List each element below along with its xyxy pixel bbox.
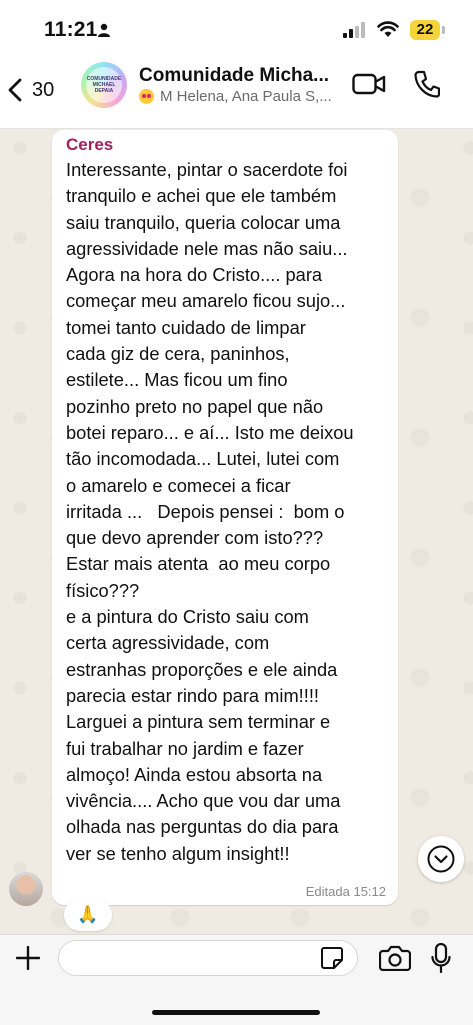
back-chevron-icon	[8, 78, 22, 102]
status-bar: 11:21 22	[0, 0, 473, 62]
sender-avatar[interactable]	[9, 872, 43, 906]
back-unread-count: 30	[32, 78, 55, 101]
signal-icon	[343, 22, 365, 38]
voice-call-icon[interactable]	[414, 70, 440, 98]
input-bar	[0, 934, 473, 1025]
chevron-down-icon	[427, 845, 455, 873]
wifi-icon	[377, 21, 399, 37]
message-text: Interessante, pintar o sacerdote foi tra…	[66, 159, 354, 864]
back-button[interactable]: 30	[8, 70, 54, 110]
home-indicator	[152, 1010, 320, 1015]
group-members[interactable]: M Helena, Ana Paula S,...	[139, 88, 332, 105]
battery-cap	[442, 26, 445, 34]
chat-header: 30 COMUNIDADE MICHAEL DEPAIA Comunidade …	[0, 62, 473, 129]
sticker-icon[interactable]	[320, 946, 344, 970]
group-avatar-logo: COMUNIDADE MICHAEL DEPAIA	[86, 67, 122, 103]
video-call-icon[interactable]	[352, 72, 386, 96]
battery-indicator: 22	[410, 20, 440, 40]
group-avatar[interactable]: COMUNIDADE MICHAEL DEPAIA	[81, 62, 127, 108]
mic-icon[interactable]	[431, 943, 451, 973]
scroll-down-button[interactable]	[418, 836, 464, 882]
message-sender[interactable]: Ceres	[66, 135, 113, 155]
message-bubble[interactable]: Ceres Interessante, pintar o sacerdote f…	[52, 130, 398, 905]
group-name[interactable]: Comunidade Micha...	[139, 65, 329, 87]
message-meta: Editada 15:12	[305, 884, 386, 899]
plus-icon[interactable]	[16, 946, 40, 970]
message-input[interactable]	[58, 940, 358, 976]
camera-icon[interactable]	[379, 945, 411, 971]
status-time: 11:21	[44, 18, 98, 41]
person-icon	[98, 23, 110, 37]
message-reaction[interactable]: 🙏	[64, 899, 112, 931]
group-members-label: M Helena, Ana Paula S,...	[160, 88, 332, 105]
heart-eyes-emoji-icon	[139, 89, 154, 104]
